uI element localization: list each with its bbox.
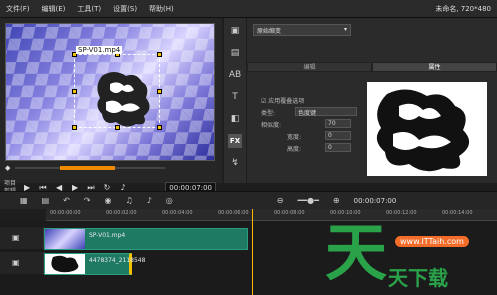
graphic-icon[interactable]: ◧: [228, 112, 242, 126]
mode-project[interactable]: 项目: [4, 180, 16, 188]
menu-help[interactable]: 帮助(H): [143, 4, 180, 14]
mask-thumbnail: [367, 82, 487, 176]
project-title: 未命名, 720*480: [435, 5, 491, 13]
width-value: 0: [328, 132, 332, 139]
timeline-toolbar: ▦ ▤ ↶ ↷ ◉ ♫ ♪ ◎ ⊖ ━━●━ ⊕ 00:00:07:00: [0, 191, 497, 209]
scrub-marker-icon: ◆: [5, 164, 11, 172]
preset-dropdown[interactable]: 原始缩变 ▾: [253, 24, 351, 36]
height-field[interactable]: 0: [325, 143, 351, 152]
height-label: 高度:: [287, 146, 302, 153]
ruler-tick: 00:00:04:00: [162, 210, 193, 216]
menu-tools[interactable]: 工具(T): [71, 4, 107, 14]
watermark-logo: 天: [325, 216, 388, 289]
clip-name: SP-V01.mp4: [89, 232, 126, 239]
width-field[interactable]: 0: [325, 131, 351, 140]
preview-window[interactable]: SP-V01.mp4: [5, 23, 215, 161]
apply-overlay-label: 应用覆叠选项: [268, 98, 305, 105]
similarity-field[interactable]: 70: [325, 119, 351, 128]
menu-settings[interactable]: 设置(S): [107, 4, 143, 14]
trim-range[interactable]: [60, 166, 115, 170]
height-value: 0: [328, 144, 332, 151]
ruler-tick: 00:00:08:00: [274, 210, 305, 216]
resize-handle[interactable]: [157, 125, 162, 130]
similarity-value: 70: [328, 120, 336, 127]
resize-handle[interactable]: [72, 89, 77, 94]
width-label: 宽度:: [287, 134, 302, 141]
menu-edit[interactable]: 编辑(E): [36, 4, 72, 14]
audio-mixer-icon[interactable]: ♫: [126, 196, 133, 205]
media-icon[interactable]: ▣: [228, 24, 242, 38]
lion-thumb: [51, 255, 79, 273]
video-track-header[interactable]: ▣: [0, 227, 44, 249]
timeline-ruler[interactable]: 00:00:00:00 00:00:02:00 00:00:04:00 00:0…: [46, 209, 497, 221]
timeline-timecode[interactable]: 00:00:07:00: [354, 197, 397, 205]
clip-thumbnail: [45, 229, 85, 249]
path-icon[interactable]: ↯: [228, 156, 242, 170]
clip-title-tag: SP-V01.mp4: [76, 46, 123, 54]
zoom-out-icon[interactable]: ⊖: [277, 196, 284, 205]
ruler-tick: 00:00:02:00: [106, 210, 137, 216]
zoom-in-icon[interactable]: ⊕: [333, 196, 340, 205]
chevron-down-icon: ▾: [343, 26, 347, 33]
redo-icon[interactable]: ↷: [84, 196, 91, 205]
library-tool-strip: ▣ ▤ AB T ◧ FX ↯: [224, 18, 246, 183]
video-track-icon: ▣: [12, 233, 20, 242]
resize-handle[interactable]: [157, 89, 162, 94]
record-icon[interactable]: ◉: [105, 196, 112, 205]
resize-handle[interactable]: [72, 125, 77, 130]
instant-project-icon[interactable]: ▤: [228, 46, 242, 60]
type-select-value: 色度键: [298, 110, 317, 117]
lion-overlay-image: [97, 72, 150, 127]
ruler-tick: 00:00:00:00: [50, 210, 81, 216]
tab-edit[interactable]: 编辑: [247, 62, 372, 72]
lion-silhouette: [376, 89, 470, 172]
panel-tabs: 编辑 属性: [247, 62, 497, 72]
type-label: 类型:: [261, 110, 276, 117]
type-select[interactable]: 色度键: [295, 107, 357, 117]
storyboard-view-icon[interactable]: ▦: [20, 196, 28, 205]
filter-fx-icon[interactable]: FX: [228, 134, 242, 148]
scrub-bar[interactable]: ◆: [5, 164, 215, 172]
ruler-tick: 00:00:12:00: [386, 210, 417, 216]
overlay-clip[interactable]: 4478374_2118548: [44, 253, 145, 275]
timeline-view-icon[interactable]: ▤: [42, 196, 50, 205]
transition-icon[interactable]: AB: [228, 68, 242, 82]
ruler-tick: 00:00:14:00: [442, 210, 473, 216]
options-panel: 原始缩变 ▾ 编辑 属性 ☑ 应用覆叠选项 类型: 色度键 相似度: 70 宽度:…: [247, 18, 497, 183]
watermark-brand: 天下载: [388, 266, 448, 290]
title-icon[interactable]: T: [228, 90, 242, 104]
watermark-url: www.ITTaih.com: [395, 236, 469, 247]
resize-handle[interactable]: [157, 52, 162, 57]
apply-overlay-option[interactable]: ☑ 应用覆叠选项: [261, 96, 304, 105]
preset-dropdown-value: 原始缩变: [257, 28, 282, 35]
menu-bar: 文件(F) 编辑(E) 工具(T) 设置(S) 帮助(H) 未命名, 720*4…: [0, 0, 497, 18]
playhead[interactable]: [252, 209, 253, 295]
menu-file[interactable]: 文件(F): [0, 4, 36, 14]
video-clip[interactable]: SP-V01.mp4: [44, 228, 248, 250]
clip-name: 4478374_2118548: [89, 257, 146, 264]
preview-panel: SP-V01.mp4 ◆ 项目 剪辑 ▶ ⏮ ◀ ▶ ⏭ ↻ ♪ 00:00:0…: [0, 18, 222, 195]
overlay-track-icon: ▣: [12, 258, 20, 267]
zoom-slider[interactable]: ━━●━: [297, 196, 318, 205]
clip-thumbnail: [45, 254, 85, 274]
motion-track-icon[interactable]: ◎: [166, 196, 173, 205]
ruler-tick: 00:00:06:00: [218, 210, 249, 216]
undo-icon[interactable]: ↶: [63, 196, 70, 205]
overlay-track-header[interactable]: ▣: [0, 252, 44, 274]
similarity-label: 相似度:: [261, 122, 282, 129]
auto-music-icon[interactable]: ♪: [147, 196, 152, 205]
tab-properties[interactable]: 属性: [372, 62, 497, 72]
